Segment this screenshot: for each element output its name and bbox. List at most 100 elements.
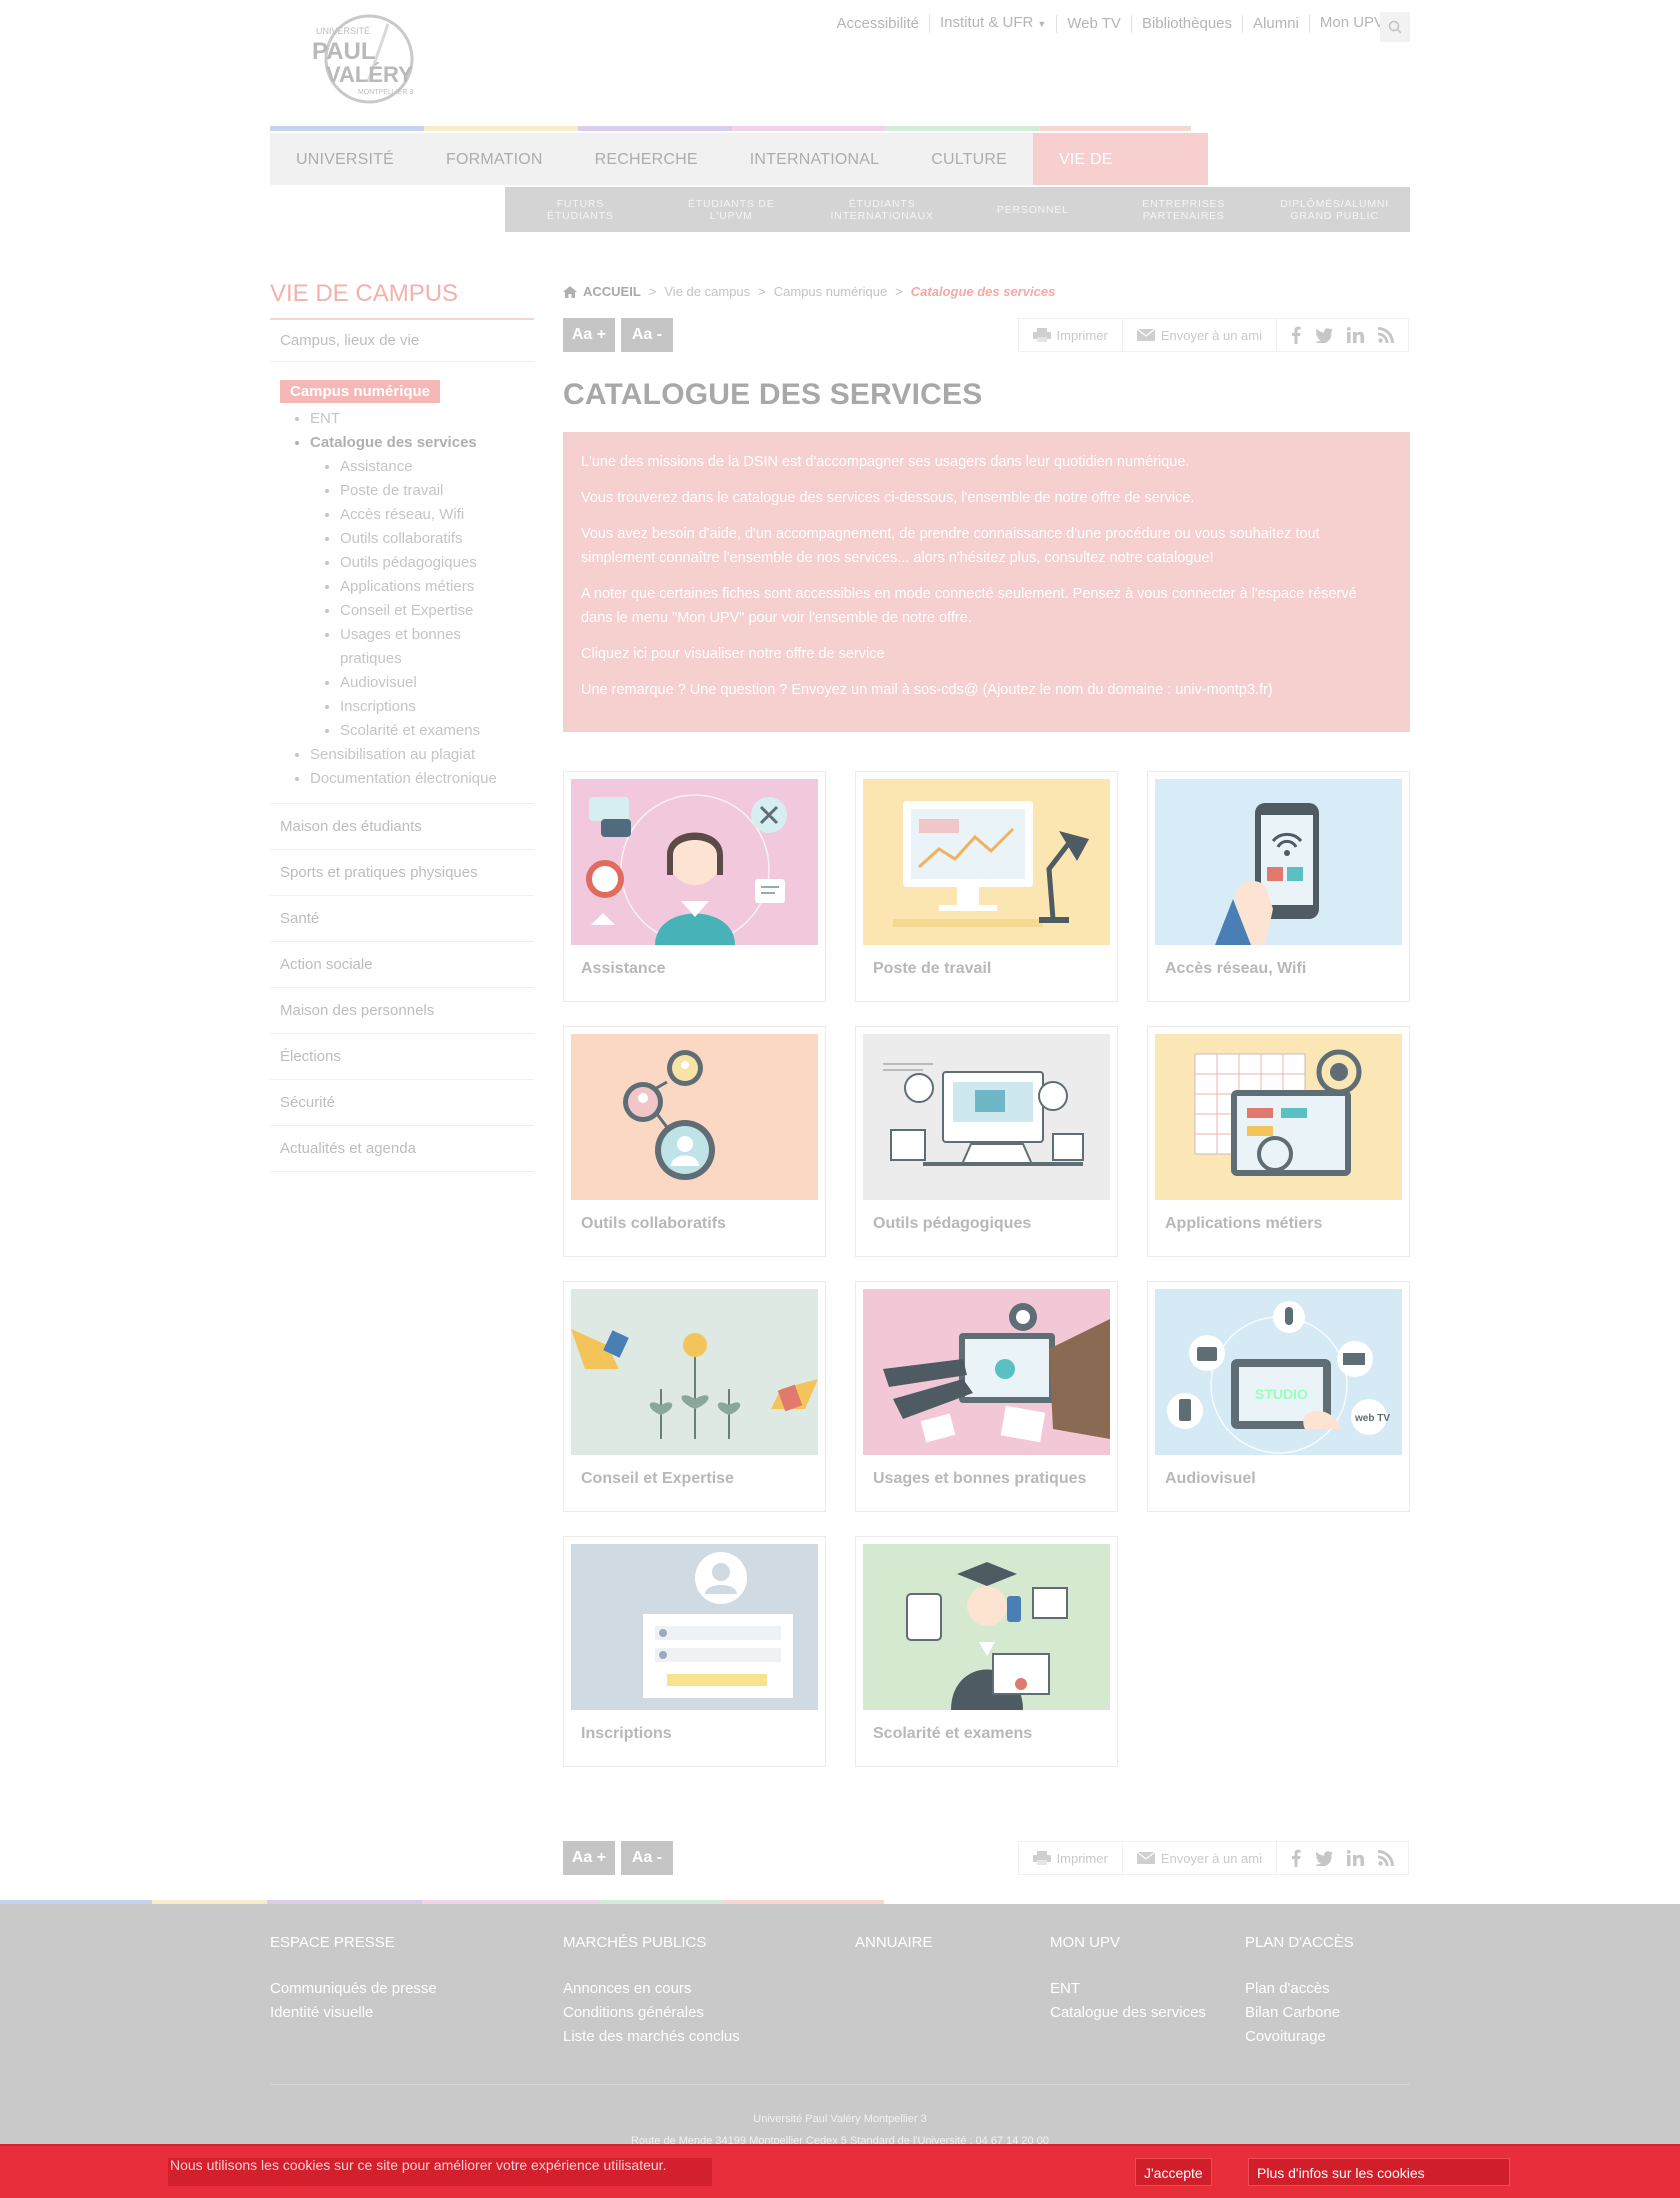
topnav-label: Mon UPV [1319, 14, 1385, 31]
sidebar-item-campus-numerique[interactable]: Campus numérique [280, 380, 441, 403]
page-toolbar-bottom: Aa + Aa - Imprimer Envoyer à un ami [563, 1841, 1409, 1875]
linkedin-icon[interactable] [1347, 1850, 1364, 1866]
twitter-icon[interactable] [1315, 327, 1333, 343]
sidebar-child[interactable]: Scolarité et examens [340, 719, 534, 743]
footer-heading[interactable]: ANNUAIRE [855, 1934, 933, 1951]
font-increase-button[interactable]: Aa + [563, 1841, 615, 1875]
sidebar-child[interactable]: Conseil et Expertise [340, 599, 534, 623]
search-button[interactable] [1380, 12, 1410, 42]
breadcrumb-item[interactable]: Vie de campus [664, 284, 750, 299]
breadcrumb-item[interactable]: Campus numérique [774, 284, 887, 299]
mainnav-formation[interactable]: Formation [420, 133, 569, 185]
service-card-poste-de-travail[interactable]: Poste de travail [855, 771, 1118, 1002]
footer-link[interactable]: Annonces en cours [563, 1977, 740, 2001]
subnav-entreprises[interactable]: Entreprises partenaires [1108, 187, 1259, 232]
send-friend-button[interactable]: Envoyer à un ami [1123, 319, 1277, 351]
service-card-conseil-expertise[interactable]: Conseil et Expertise [563, 1281, 826, 1512]
sidebar-item-actualites[interactable]: Actualités et agenda [270, 1126, 534, 1172]
topnav-bibliotheques[interactable]: Bibliothèques [1130, 14, 1242, 33]
subnav-personnel[interactable]: Personnel [957, 187, 1108, 232]
sidebar-item-action-sociale[interactable]: Action sociale [270, 942, 534, 988]
sidebar-child[interactable]: Accès réseau, Wifi [340, 503, 534, 527]
cookie-accept-button[interactable]: J'accepte [1135, 2158, 1212, 2186]
footer-link[interactable]: Plan d'accès [1245, 1977, 1354, 2001]
sidebar-child[interactable]: Audiovisuel [340, 671, 534, 695]
service-card-acces-reseau[interactable]: Accès réseau, Wifi [1147, 771, 1410, 1002]
service-card-applications-metiers[interactable]: Applications métiers [1147, 1026, 1410, 1257]
university-logo[interactable]: UNIVERSITÉ PAUL VALÉRY MONTPELLIER 3 [306, 12, 432, 104]
subnav-diplomes[interactable]: Diplômés/Alumni Grand public [1259, 187, 1410, 232]
topnav-webtv[interactable]: Web TV [1056, 14, 1131, 33]
sidebar-child[interactable]: Inscriptions [340, 695, 534, 719]
share-tools: Imprimer Envoyer à un ami [1017, 1841, 1409, 1875]
workstation-illustration [863, 779, 1110, 945]
card-label: Poste de travail [873, 960, 992, 977]
facebook-icon[interactable] [1291, 1849, 1301, 1867]
subnav-etudiants-internationaux[interactable]: Étudiants internationaux [807, 187, 958, 232]
cookie-more-info-button[interactable]: Plus d'infos sur les cookies [1248, 2158, 1510, 2186]
footer-heading[interactable]: MON UPV [1050, 1934, 1206, 1951]
sidebar-subitem-documentation[interactable]: Documentation électronique [310, 767, 534, 791]
footer-link[interactable]: Liste des marchés conclus [563, 2025, 740, 2049]
sidebar-item-campus[interactable]: Campus, lieux de vie [270, 320, 534, 362]
sidebar-subitem-ent[interactable]: ENT [310, 407, 534, 431]
font-decrease-button[interactable]: Aa - [621, 318, 673, 352]
subnav-line: internationaux [830, 209, 934, 222]
sidebar-item-maison-personnels[interactable]: Maison des personnels [270, 988, 534, 1034]
subnav-futurs-etudiants[interactable]: Futurs étudiants [505, 187, 656, 232]
linkedin-icon[interactable] [1347, 327, 1364, 343]
footer-link[interactable]: Conditions générales [563, 2001, 740, 2025]
sidebar-item-securite[interactable]: Sécurité [270, 1080, 534, 1126]
sidebar-item-elections[interactable]: Élections [270, 1034, 534, 1080]
intro-offer-link[interactable]: Cliquez ici pour visualiser notre offre … [581, 642, 1392, 666]
sidebar-item-sports[interactable]: Sports et pratiques physiques [270, 850, 534, 896]
topnav-institut[interactable]: Institut & UFR ▼ [929, 14, 1056, 33]
footer-link[interactable]: Communiqués de presse [270, 1977, 437, 2001]
service-card-usages-pratiques[interactable]: Usages et bonnes pratiques [855, 1281, 1118, 1512]
send-friend-button[interactable]: Envoyer à un ami [1123, 1842, 1277, 1874]
footer-heading[interactable]: ESPACE PRESSE [270, 1934, 437, 1951]
rss-icon[interactable] [1378, 1850, 1394, 1866]
facebook-icon[interactable] [1291, 326, 1301, 344]
font-decrease-button[interactable]: Aa - [621, 1841, 673, 1875]
sidebar-child[interactable]: Outils collaboratifs [340, 527, 534, 551]
twitter-icon[interactable] [1315, 1850, 1333, 1866]
sidebar-subitem-catalogue[interactable]: Catalogue des services Assistance Poste … [310, 431, 534, 743]
sidebar-child[interactable]: Poste de travail [340, 479, 534, 503]
rss-icon[interactable] [1378, 327, 1394, 343]
service-card-outils-collaboratifs[interactable]: Outils collaboratifs [563, 1026, 826, 1257]
footer-link[interactable]: Identité visuelle [270, 2001, 437, 2025]
footer-link[interactable]: Covoiturage [1245, 2025, 1354, 2049]
breadcrumb-home[interactable]: ACCUEIL [583, 284, 641, 299]
sidebar-child[interactable]: Assistance [340, 455, 534, 479]
topnav-alumni[interactable]: Alumni [1242, 14, 1309, 33]
mainnav-recherche[interactable]: Recherche [569, 133, 724, 185]
subnav-etudiants-upvm[interactable]: Étudiants de l'UPVM [656, 187, 807, 232]
sidebar-child[interactable]: Outils pédagogiques [340, 551, 534, 575]
mainnav-culture[interactable]: Culture [905, 133, 1033, 185]
service-card-audiovisuel[interactable]: STUDIO web TV Audiovisuel [1147, 1281, 1410, 1512]
sidebar-item-maison-etudiants[interactable]: Maison des étudiants [270, 804, 534, 850]
print-button[interactable]: Imprimer [1019, 319, 1123, 351]
service-card-assistance[interactable]: Assistance [563, 771, 826, 1002]
footer-link[interactable]: ENT [1050, 1977, 1206, 2001]
service-card-inscriptions[interactable]: Inscriptions [563, 1536, 826, 1767]
sidebar-child[interactable]: Applications métiers [340, 575, 534, 599]
footer-heading[interactable]: MARCHÉS PUBLICS [563, 1934, 740, 1951]
print-button[interactable]: Imprimer [1019, 1842, 1123, 1874]
service-card-outils-pedagogiques[interactable]: Outils pédagogiques [855, 1026, 1118, 1257]
sidebar-item-sante[interactable]: Santé [270, 896, 534, 942]
subnav-line: l'UPVM [709, 209, 753, 222]
sidebar-subitem-plagiat[interactable]: Sensibilisation au plagiat [310, 743, 534, 767]
sidebar-child[interactable]: Usages et bonnes pratiques [340, 623, 470, 671]
footer-link[interactable]: Catalogue des services [1050, 2001, 1206, 2025]
service-card-scolarite-examens[interactable]: Scolarité et examens [855, 1536, 1118, 1767]
mainnav-universite[interactable]: Université [270, 133, 420, 185]
footer-link[interactable]: Bilan Carbone [1245, 2001, 1354, 2025]
mainnav-vie-de-campus[interactable]: Vie de campus [1033, 133, 1208, 222]
mainnav-international[interactable]: International [724, 133, 905, 185]
page-title: CATALOGUE DES SERVICES [563, 378, 983, 411]
font-increase-button[interactable]: Aa + [563, 318, 615, 352]
topnav-accessibilite[interactable]: Accessibilité [826, 15, 929, 33]
footer-heading[interactable]: PLAN D'ACCÈS [1245, 1934, 1354, 1951]
